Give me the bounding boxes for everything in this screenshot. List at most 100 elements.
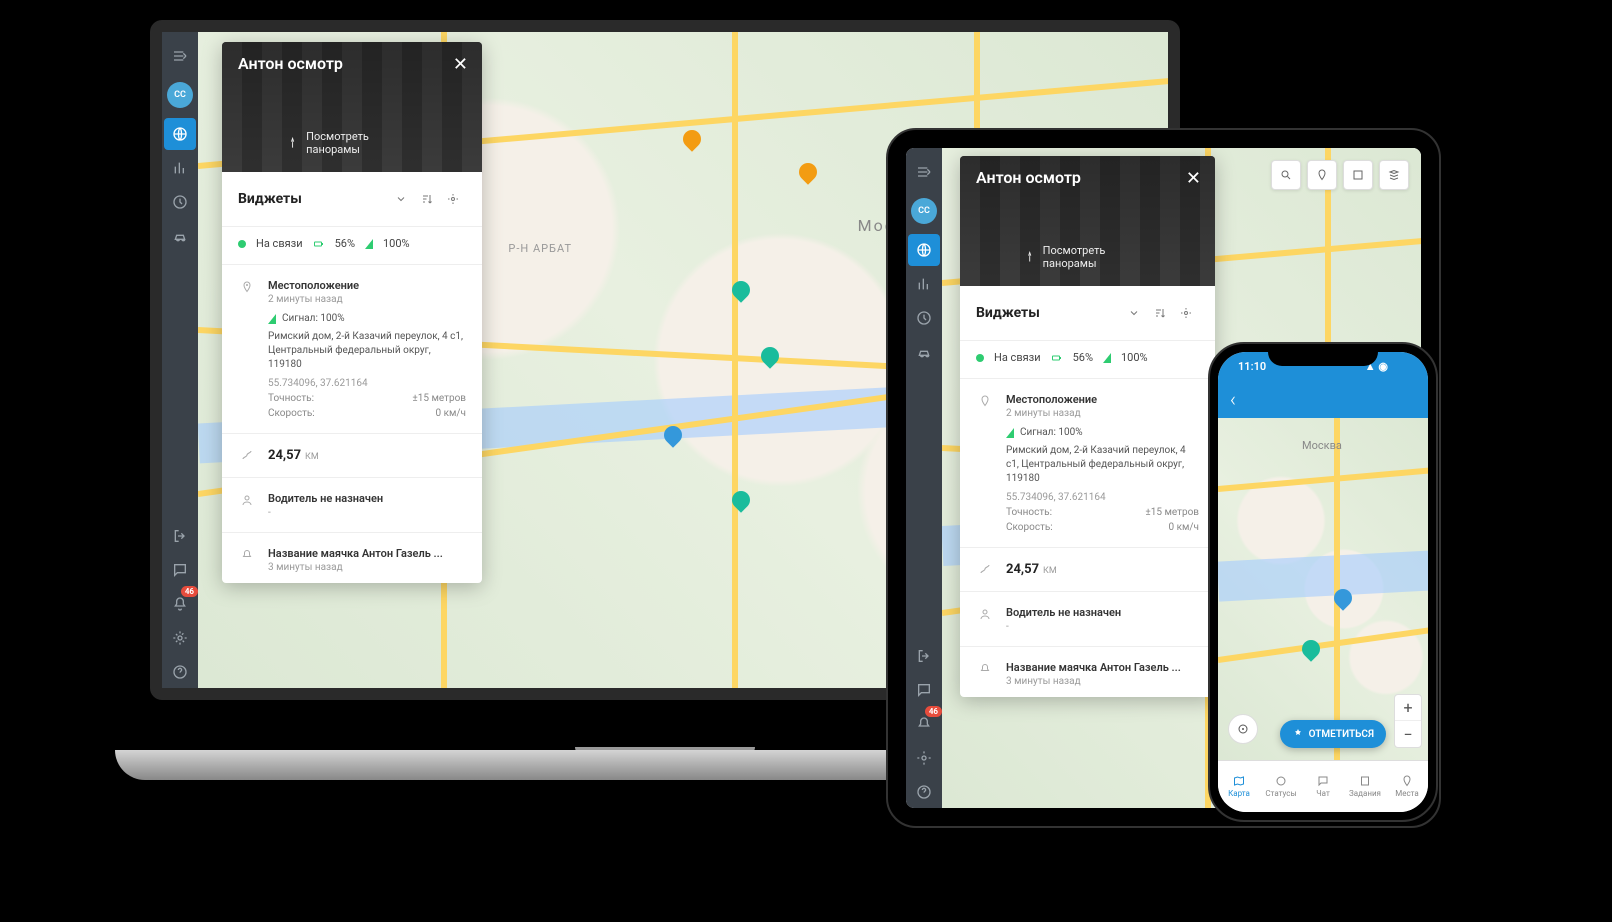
accuracy-value: ±15 метров: [1145, 507, 1199, 518]
phone-tab-places[interactable]: Места: [1386, 761, 1428, 812]
widgets-sort-button[interactable]: [1147, 300, 1173, 326]
nav-help-button[interactable]: [908, 776, 940, 808]
notifications-badge: 46: [181, 586, 198, 597]
beacon-row: Название маячка Антон Газель ... 3 минуты…: [222, 537, 482, 583]
driver-sub: -: [268, 507, 466, 518]
widgets-chevron-button[interactable]: [1121, 300, 1147, 326]
nav-vehicles-button[interactable]: [164, 220, 196, 252]
panorama-button[interactable]: Посмотреть панорамы: [287, 130, 417, 156]
tracker-panel: Антон осмотр ✕ Посмотреть панорамы Видже…: [222, 42, 482, 583]
beacon-label: Название маячка Антон Газель ...: [268, 547, 466, 560]
nav-exit-button[interactable]: [908, 640, 940, 672]
phone-locate-button[interactable]: [1228, 714, 1258, 744]
map-bounds-button[interactable]: [1343, 160, 1373, 190]
phone-map-city: Москва: [1302, 439, 1342, 452]
menu-toggle-button[interactable]: [164, 40, 196, 72]
nav-chat-button[interactable]: [908, 674, 940, 706]
driver-label: Водитель не назначен: [268, 492, 466, 505]
phone-tab-tasks[interactable]: Задания: [1344, 761, 1386, 812]
nav-reports-button[interactable]: [908, 268, 940, 300]
phone-tab-label: Статусы: [1265, 789, 1296, 798]
nav-notifications-button[interactable]: 46: [164, 588, 196, 620]
battery-value: 56%: [335, 237, 355, 250]
nav-settings-button[interactable]: [908, 742, 940, 774]
map-search-button[interactable]: [1271, 160, 1301, 190]
menu-toggle-button[interactable]: [908, 156, 940, 188]
tracker-panel: Антон осмотр ✕ Посмотреть панорамы Видже…: [960, 156, 1215, 697]
route-icon: [976, 562, 994, 577]
nav-help-button[interactable]: [164, 656, 196, 688]
signal-value: 100%: [383, 237, 410, 250]
nav-globe-button[interactable]: [908, 234, 940, 266]
phone-bottombar: Карта Статусы Чат Задания Места: [1218, 760, 1428, 812]
map-layers-button[interactable]: [1379, 160, 1409, 190]
nav-history-button[interactable]: [908, 302, 940, 334]
phone-tab-map[interactable]: Карта: [1218, 761, 1260, 812]
pin-icon: [976, 393, 994, 533]
nav-vehicles-button[interactable]: [908, 336, 940, 368]
phone-tab-label: Задания: [1349, 789, 1381, 798]
signal-icon: [1103, 353, 1111, 363]
widgets-title: Виджеты: [976, 305, 1121, 321]
speed-label: Скорость:: [268, 408, 315, 419]
nav-reports-button[interactable]: [164, 152, 196, 184]
accuracy-label: Точность:: [1006, 507, 1052, 518]
panel-header: Антон осмотр ✕ Посмотреть панорамы: [222, 42, 482, 172]
map-district-label: Р-Н АРБАТ: [508, 242, 572, 255]
battery-icon: [1051, 352, 1063, 364]
panorama-button[interactable]: Посмотреть панорамы: [1024, 244, 1152, 270]
bell-icon: [976, 661, 994, 687]
status-row: На связи 56% 100%: [222, 227, 482, 260]
location-signal: Сигнал: 100%: [282, 313, 345, 324]
phone-zoom-out-button[interactable]: −: [1395, 721, 1421, 747]
nav-history-button[interactable]: [164, 186, 196, 218]
phone-map[interactable]: Москва ОТМЕТИТЬСЯ + −: [1218, 418, 1428, 760]
nav-notifications-button[interactable]: 46: [908, 708, 940, 740]
location-signal: Сигнал: 100%: [1020, 427, 1083, 438]
location-time: 2 минуты назад: [1006, 408, 1199, 419]
user-avatar[interactable]: CC: [167, 82, 193, 108]
pin-icon: [238, 279, 256, 419]
person-icon: [238, 492, 256, 518]
bell-icon: [238, 547, 256, 573]
distance-row: 24,57КМ: [222, 438, 482, 473]
beacon-time: 3 минуты назад: [268, 562, 466, 573]
location-time: 2 минуты назад: [268, 294, 466, 305]
map-tools: [1271, 160, 1409, 190]
nav-chat-button[interactable]: [164, 554, 196, 586]
phone-time: 11:10: [1238, 360, 1266, 373]
phone-tab-chat[interactable]: Чат: [1302, 761, 1344, 812]
location-label: Местоположение: [268, 279, 466, 292]
panel-close-button[interactable]: ✕: [1186, 168, 1201, 189]
panorama-label: Посмотреть панорамы: [1043, 244, 1152, 270]
phone-tab-statuses[interactable]: Статусы: [1260, 761, 1302, 812]
battery-value: 56%: [1073, 351, 1093, 364]
nav-globe-button[interactable]: [164, 118, 196, 150]
location-row: Местоположение 2 минуты назад Сигнал: 10…: [222, 269, 482, 429]
speed-label: Скорость:: [1006, 522, 1053, 533]
signal-icon: [1006, 428, 1014, 438]
location-address: Римский дом, 2-й Казачий переулок, 4 с1,…: [268, 330, 466, 372]
widgets-title: Виджеты: [238, 191, 388, 207]
phone-zoom: + −: [1394, 694, 1422, 748]
nav-settings-button[interactable]: [164, 622, 196, 654]
battery-icon: [313, 238, 325, 250]
user-avatar[interactable]: CC: [911, 198, 937, 224]
beacon-label: Название маячка Антон Газель ...: [1006, 661, 1199, 674]
distance-value: 24,57: [268, 448, 301, 463]
phone-checkin-button[interactable]: ОТМЕТИТЬСЯ: [1280, 720, 1386, 748]
widgets-sort-button[interactable]: [414, 186, 440, 212]
nav-exit-button[interactable]: [164, 520, 196, 552]
widgets-chevron-button[interactable]: [388, 186, 414, 212]
panel-close-button[interactable]: ✕: [453, 54, 468, 75]
map-pin-button[interactable]: [1307, 160, 1337, 190]
location-coords: 55.734096, 37.621164: [1006, 492, 1199, 503]
phone-back-button[interactable]: ‹: [1230, 387, 1236, 411]
widgets-settings-button[interactable]: [1173, 300, 1199, 326]
widgets-settings-button[interactable]: [440, 186, 466, 212]
person-icon: [976, 606, 994, 632]
phone-zoom-in-button[interactable]: +: [1395, 695, 1421, 721]
location-label: Местоположение: [1006, 393, 1199, 406]
distance-unit: КМ: [1043, 566, 1057, 576]
driver-sub: -: [1006, 621, 1199, 632]
